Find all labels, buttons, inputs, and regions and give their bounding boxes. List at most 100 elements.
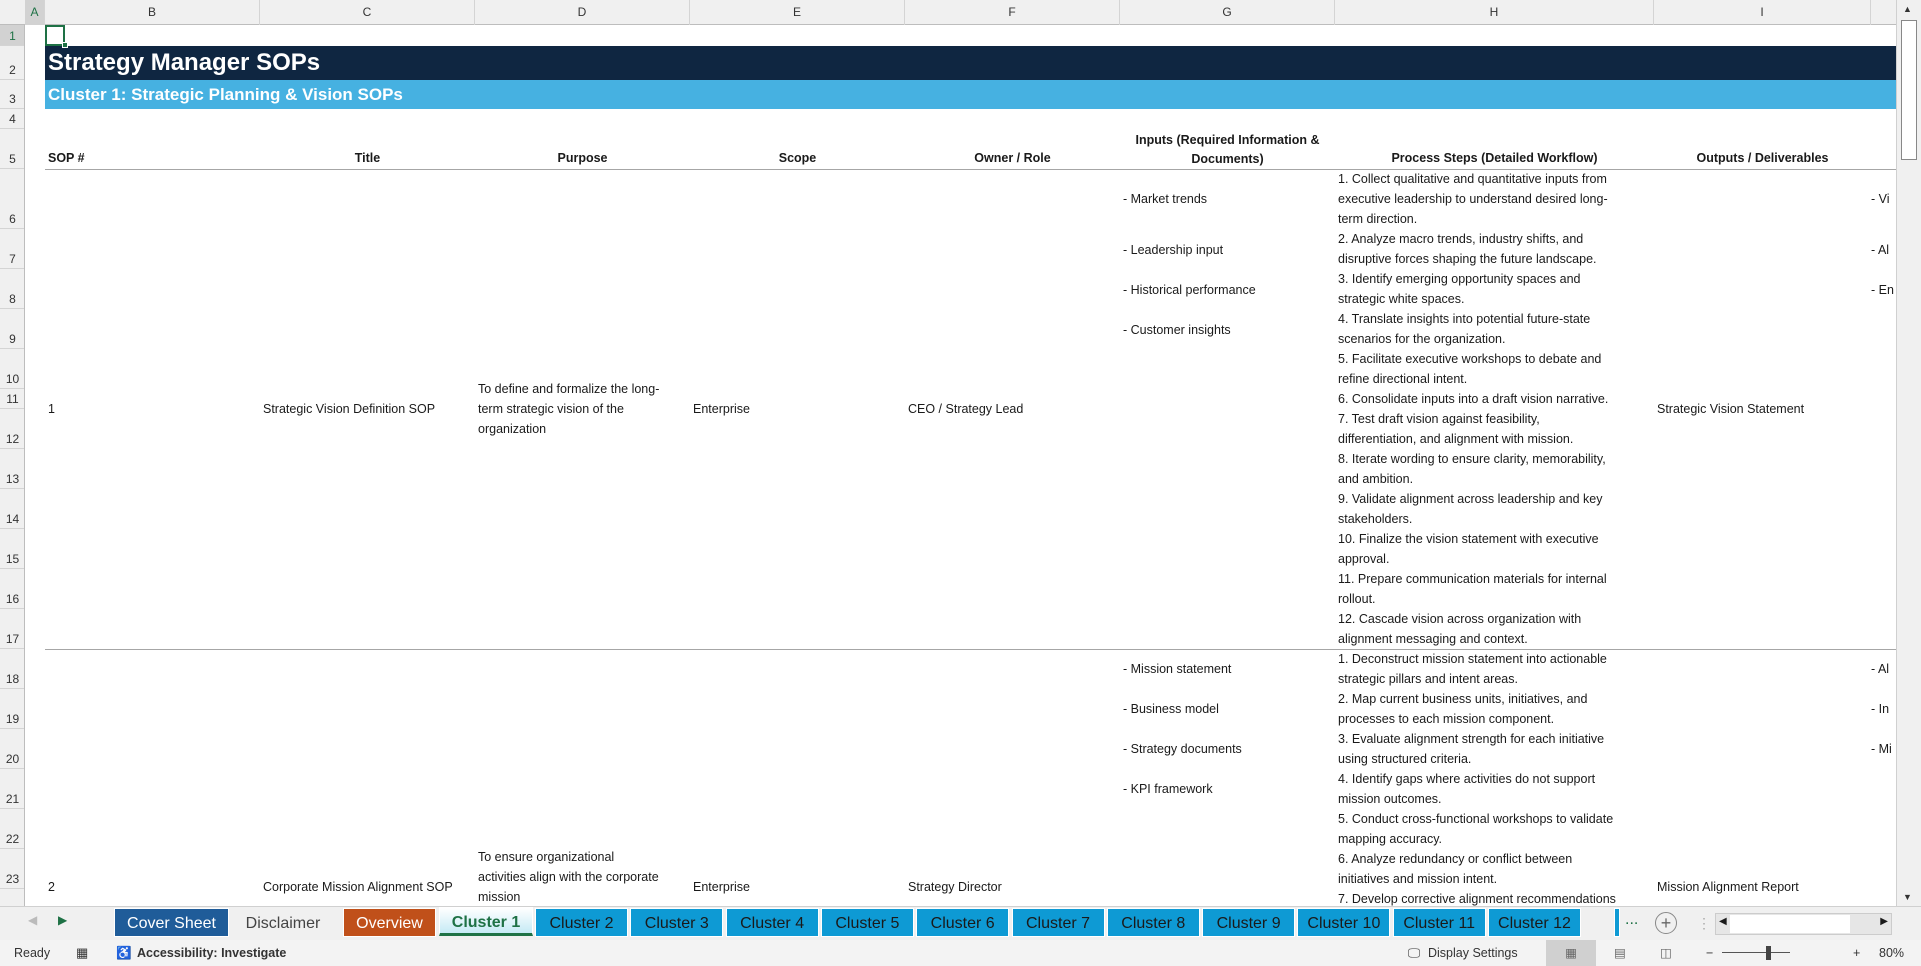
process-step-line: 3. Evaluate alignment strength for each … — [1338, 732, 1605, 746]
row-header-23[interactable]: 23 — [0, 849, 24, 889]
sop-scope[interactable]: Enterprise — [690, 867, 905, 906]
process-step-line: 3. Identify emerging opportunity spaces … — [1338, 272, 1581, 286]
add-sheet-icon[interactable]: + — [1655, 912, 1677, 934]
column-header-h[interactable]: H — [1335, 0, 1654, 25]
scroll-up-icon[interactable]: ▲ — [1903, 4, 1912, 14]
row-header-6[interactable]: 6 — [0, 169, 24, 229]
sheet-tab-cluster-9[interactable]: Cluster 9 — [1202, 908, 1296, 937]
row-header-22[interactable]: 22 — [0, 809, 24, 849]
column-header-e[interactable]: E — [690, 0, 905, 25]
column-header-c[interactable]: C — [260, 0, 475, 25]
page-break-view-icon[interactable]: ◫ — [1660, 940, 1672, 966]
row-header-15[interactable]: 15 — [0, 529, 24, 569]
sop-inputs[interactable]: - Market trends - Leadership input - His… — [1123, 189, 1335, 340]
sop-title[interactable]: Corporate Mission Alignment SOP — [260, 867, 475, 906]
row-header-16[interactable]: 16 — [0, 569, 24, 609]
sop-inputs[interactable]: - Mission statement - Business model - S… — [1123, 659, 1335, 799]
row-header-17[interactable]: 17 — [0, 609, 24, 649]
sop-owner[interactable]: Strategy Director — [905, 867, 1120, 906]
header-title: Title — [354, 151, 381, 165]
row-header-3[interactable]: 3 — [0, 80, 24, 109]
sheet-tab-cluster-8[interactable]: Cluster 8 — [1106, 908, 1200, 937]
row-header-19[interactable]: 19 — [0, 689, 24, 729]
zoom-in-button[interactable]: + — [1853, 940, 1860, 966]
horizontal-scrollbar[interactable]: ◀ ▶ — [1715, 913, 1892, 935]
row-header-1[interactable]: 1 — [0, 25, 24, 46]
row-header-18[interactable]: 18 — [0, 649, 24, 689]
tab-scroll-left-icon[interactable]: ◀ — [28, 913, 37, 927]
sop-purpose[interactable]: To ensure organizational activities align… — [475, 847, 690, 906]
sheet-tab-cluster-3[interactable]: Cluster 3 — [630, 908, 724, 937]
macro-recording-icon[interactable]: ▦ — [76, 940, 88, 966]
sheet-tab-cover-sheet[interactable]: Cover Sheet — [114, 908, 229, 937]
row-header-11[interactable]: 11 — [0, 389, 24, 409]
row-header-8[interactable]: 8 — [0, 269, 24, 309]
zoom-slider[interactable] — [1722, 952, 1790, 953]
row-header-10[interactable]: 10 — [0, 349, 24, 389]
splitter-handle[interactable]: ⋮ — [1697, 915, 1711, 932]
hscroll-left-icon[interactable]: ◀ — [1719, 916, 1727, 927]
more-tabs[interactable]: ... — [1625, 911, 1638, 929]
row-header-9[interactable]: 9 — [0, 309, 24, 349]
row-header-2[interactable]: 2 — [0, 46, 24, 80]
row-header-14[interactable]: 14 — [0, 489, 24, 529]
worksheet-grid[interactable]: Strategy Manager SOPs Cluster 1: Strateg… — [25, 25, 1896, 906]
zoom-level[interactable]: 80% — [1879, 940, 1904, 966]
hscroll-thumb[interactable] — [1730, 915, 1850, 933]
accessibility-status[interactable]: Accessibility: Investigate — [137, 940, 286, 966]
process-step-line: 6. Consolidate inputs into a draft visio… — [1338, 392, 1609, 406]
display-settings-button[interactable]: Display Settings — [1428, 940, 1518, 966]
row-header-20[interactable]: 20 — [0, 729, 24, 769]
sop-outputs[interactable]: Strategic Vision Statement — [1654, 169, 1871, 649]
scroll-down-icon[interactable]: ▼ — [1903, 892, 1912, 902]
header-scope: Scope — [778, 151, 817, 165]
row-header-7[interactable]: 7 — [0, 229, 24, 269]
row-header-21[interactable]: 21 — [0, 769, 24, 809]
process-step-line: approval. — [1338, 552, 1390, 566]
column-header-a[interactable]: A — [25, 0, 45, 25]
sheet-tab-partial[interactable] — [1614, 908, 1620, 937]
sop-scope[interactable]: Enterprise — [690, 169, 905, 649]
scroll-thumb[interactable] — [1901, 20, 1917, 160]
column-header-d[interactable]: D — [475, 0, 690, 25]
fill-handle[interactable] — [62, 42, 68, 48]
sheet-tab-cluster-6[interactable]: Cluster 6 — [916, 908, 1010, 937]
page-layout-view-icon[interactable]: ▤ — [1614, 940, 1626, 966]
sheet-tab-cluster-2[interactable]: Cluster 2 — [535, 908, 628, 937]
sheet-tab-overview[interactable]: Overview — [343, 908, 436, 937]
sheet-tab-cluster-1[interactable]: Cluster 1 — [439, 907, 533, 936]
tab-scroll-right-icon[interactable]: ▶ — [58, 913, 67, 927]
vertical-scrollbar[interactable]: ▲ ▼ — [1896, 0, 1921, 906]
row-header-12[interactable]: 12 — [0, 409, 24, 449]
sop-process-steps[interactable]: 1. Collect qualitative and quantitative … — [1338, 169, 1654, 649]
process-step-line: 2. Map current business units, initiativ… — [1338, 692, 1588, 706]
hscroll-right-icon[interactable]: ▶ — [1880, 916, 1888, 927]
sheet-tab-cluster-12[interactable]: Cluster 12 — [1488, 908, 1581, 937]
sop-outputs[interactable]: Mission Alignment Report — [1654, 867, 1871, 906]
column-header-g[interactable]: G — [1120, 0, 1335, 25]
row-header-13[interactable]: 13 — [0, 449, 24, 489]
process-step-line: 2. Analyze macro trends, industry shifts… — [1338, 232, 1584, 246]
sop-number[interactable]: 2 — [45, 867, 260, 906]
zoom-out-button[interactable]: − — [1706, 940, 1713, 966]
column-header-i[interactable]: I — [1654, 0, 1871, 25]
sheet-tab-cluster-7[interactable]: Cluster 7 — [1011, 908, 1105, 937]
row-header-5[interactable]: 5 — [0, 129, 24, 169]
row-header-4[interactable]: 4 — [0, 109, 24, 129]
sheet-tab-cluster-4[interactable]: Cluster 4 — [725, 908, 819, 937]
sheet-tab-cluster-5[interactable]: Cluster 5 — [820, 908, 914, 937]
sop-number[interactable]: 1 — [45, 169, 260, 649]
header-outputs: Outputs / Deliverables — [1696, 151, 1829, 165]
sheet-tab-disclaimer[interactable]: Disclaimer — [233, 908, 333, 937]
column-header-f[interactable]: F — [905, 0, 1120, 25]
column-header-b[interactable]: B — [45, 0, 260, 25]
sheet-tab-cluster-11[interactable]: Cluster 11 — [1392, 908, 1486, 937]
header-purpose: Purpose — [557, 151, 608, 165]
sop-process-steps[interactable]: 1. Deconstruct mission statement into ac… — [1338, 649, 1654, 906]
sop-owner[interactable]: CEO / Strategy Lead — [905, 169, 1120, 649]
zoom-slider-thumb[interactable] — [1766, 946, 1771, 960]
normal-view-icon[interactable]: ▦ — [1546, 940, 1596, 966]
sheet-tab-cluster-10[interactable]: Cluster 10 — [1297, 908, 1391, 937]
sop-title[interactable]: Strategic Vision Definition SOP — [260, 169, 475, 649]
sop-purpose[interactable]: To define and formalize the long-term st… — [475, 169, 690, 649]
